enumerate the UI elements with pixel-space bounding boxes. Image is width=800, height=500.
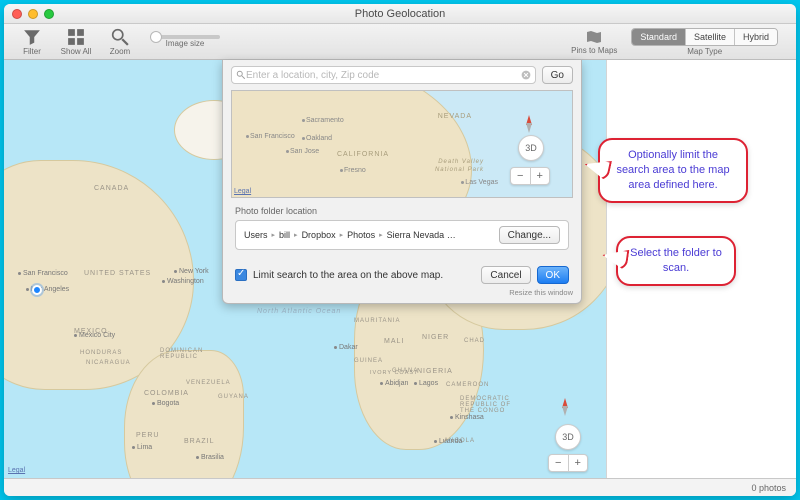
legal-link[interactable]: Legal — [234, 188, 251, 195]
clear-icon[interactable] — [521, 70, 531, 80]
zoom-out-button[interactable]: − — [511, 168, 531, 184]
location-search-field[interactable] — [231, 66, 536, 84]
window-title: Photo Geolocation — [4, 8, 796, 20]
zoom-out-button[interactable]: − — [549, 455, 569, 471]
map-city: New York — [174, 268, 209, 275]
annotation-callout: Optionally limit the search area to the … — [598, 138, 748, 203]
breadcrumb[interactable]: Photos — [347, 230, 375, 240]
zoom-tool[interactable]: Zoom — [100, 28, 140, 56]
filter-tool[interactable]: Filter — [12, 28, 52, 56]
map-icon — [584, 29, 604, 45]
map-city: Washington — [162, 278, 204, 285]
annotation-callout: Select the folder to scan. — [616, 236, 736, 286]
map-city: Mexico City — [74, 332, 115, 339]
cancel-button[interactable]: Cancel — [481, 266, 530, 284]
minimap-label: Death Valley — [438, 159, 484, 165]
pins-to-maps-tool[interactable]: Pins to Maps — [571, 29, 617, 55]
close-window-button[interactable] — [12, 9, 22, 19]
3d-toggle[interactable]: 3D — [518, 135, 544, 161]
breadcrumb[interactable]: Sierra Nevada Camping Trip — [387, 230, 459, 240]
maptype-hybrid[interactable]: Hybrid — [735, 29, 777, 45]
breadcrumb[interactable]: bill — [279, 230, 290, 240]
map-label: North Atlantic Ocean — [257, 308, 341, 315]
breadcrumb[interactable]: Users — [244, 230, 268, 240]
map-city: Lagos — [414, 380, 438, 387]
titlebar: Photo Geolocation — [4, 4, 796, 24]
map-city: Dakar — [334, 344, 358, 351]
ok-button[interactable]: OK — [537, 266, 569, 284]
minimap-city: Oakland — [302, 135, 332, 142]
map-city: Brasilia — [196, 454, 224, 461]
map-city: Abidjan — [380, 380, 408, 387]
folder-path-box: Users▸ bill▸ Dropbox▸ Photos▸ Sierra Nev… — [235, 220, 569, 250]
zoom-icon — [111, 28, 129, 46]
maptype-segmented: Standard Satellite Hybrid — [631, 28, 778, 46]
maptype-satellite[interactable]: Satellite — [686, 29, 735, 45]
grid-icon — [67, 28, 85, 46]
minimap-city: Fresno — [340, 167, 366, 174]
search-icon — [236, 70, 246, 80]
minimap-label: NEVADA — [438, 113, 472, 120]
map-city: Luanda — [434, 438, 462, 445]
statusbar: 0 photos — [4, 478, 796, 496]
go-button[interactable]: Go — [542, 66, 573, 84]
compass-icon[interactable] — [562, 398, 568, 416]
slider-knob[interactable] — [150, 31, 162, 43]
minimap-city: Sacramento — [302, 117, 344, 124]
location-search-input[interactable] — [246, 70, 521, 81]
app-window: Photo Geolocation Filter Show All Zoom I… — [4, 4, 796, 496]
minimize-window-button[interactable] — [28, 9, 38, 19]
map-city: Kinshasa — [450, 414, 484, 421]
area-map[interactable]: NEVADA CALIFORNIA Death Valley National … — [231, 90, 573, 198]
breadcrumb[interactable]: Dropbox — [302, 230, 336, 240]
limit-area-checkbox[interactable] — [235, 269, 247, 281]
zoom-in-button[interactable]: + — [531, 168, 550, 184]
fullscreen-window-button[interactable] — [44, 9, 54, 19]
limit-area-label: Limit search to the area on the above ma… — [253, 270, 475, 281]
showall-tool[interactable]: Show All — [56, 28, 96, 56]
maptype-standard[interactable]: Standard — [632, 29, 686, 45]
map-city: Bogota — [152, 400, 179, 407]
map-city: San Francisco — [18, 270, 68, 277]
main-content: UNITED STATES MEXICO CANADA BRAZIL COLOM… — [4, 60, 796, 478]
minimap-label: National Park — [435, 167, 484, 173]
photo-count: 0 photos — [751, 483, 786, 493]
search-panel: Go NEVADA CALIFORNIA Death Valley Nation… — [222, 60, 582, 304]
minimap-city: San Francisco — [246, 133, 295, 140]
imagesize-slider[interactable] — [150, 35, 220, 39]
resize-hint: Resize this window — [223, 288, 581, 303]
toolbar: Filter Show All Zoom Image size Pins to … — [4, 24, 796, 60]
zoom-in-button[interactable]: + — [569, 455, 588, 471]
zoom-control: − + — [548, 454, 588, 472]
change-folder-button[interactable]: Change... — [499, 226, 560, 244]
folder-section-label: Photo folder location — [235, 206, 569, 216]
map-city: Lima — [132, 444, 152, 451]
minimap-label: CALIFORNIA — [337, 151, 389, 158]
filter-icon — [23, 28, 41, 46]
user-location-dot — [32, 285, 42, 295]
minimap-city: San Jose — [286, 148, 319, 155]
minimap-city: Las Vegas — [461, 179, 498, 186]
compass-icon[interactable] — [526, 115, 532, 133]
zoom-control: − + — [510, 167, 550, 185]
legal-link[interactable]: Legal — [8, 467, 25, 474]
3d-toggle[interactable]: 3D — [555, 424, 581, 450]
